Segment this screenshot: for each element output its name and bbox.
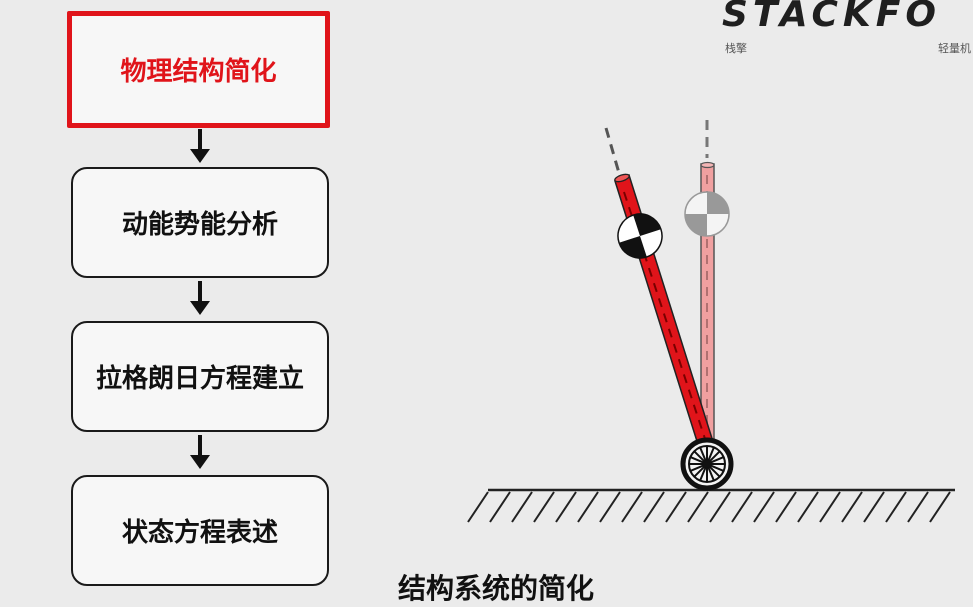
video-caption: 结构系统的简化	[398, 572, 595, 605]
tilted-pole	[604, 127, 716, 456]
center-of-mass-icon	[684, 191, 730, 237]
center-of-mass-icon	[617, 213, 663, 259]
wheel-icon	[680, 437, 734, 491]
ground	[467, 488, 955, 523]
upright-pole-ghost	[700, 120, 715, 455]
pendulum-diagram	[467, 120, 955, 523]
